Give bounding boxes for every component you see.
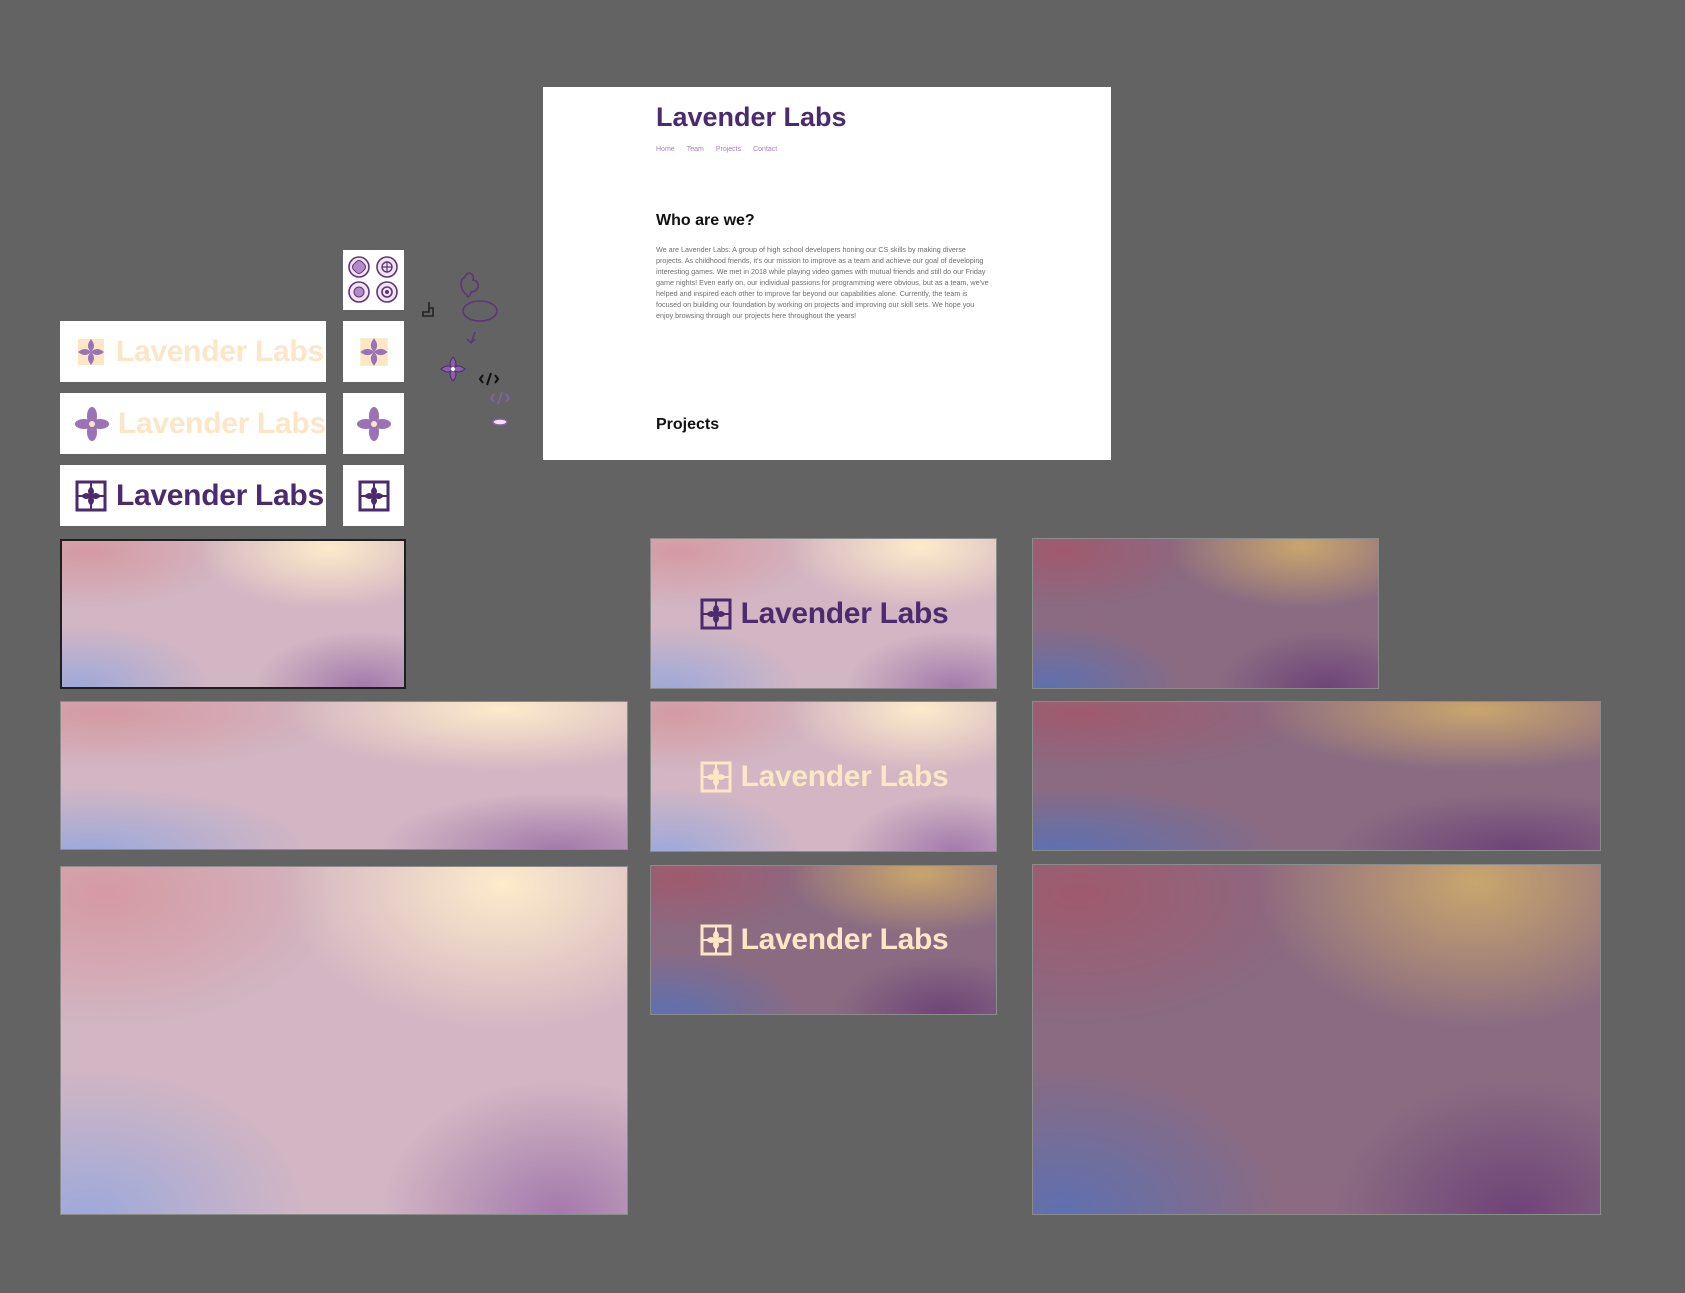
emblem-4-icon xyxy=(376,281,398,303)
flower-icon xyxy=(359,337,388,366)
sketch-doodles xyxy=(422,272,510,426)
banner-light-purple[interactable]: Lavender Labs xyxy=(650,538,997,689)
flower-icon-tile[interactable] xyxy=(343,393,404,454)
website-preview[interactable]: Lavender Labs Home Team Projects Contact… xyxy=(543,87,1111,460)
framed-flower-icon xyxy=(75,480,107,511)
gradient-swatch-dark-wide[interactable] xyxy=(1032,701,1601,851)
banner-light-cream[interactable]: Lavender Labs xyxy=(650,701,997,852)
flower-icon xyxy=(356,406,391,441)
nav-contact[interactable]: Contact xyxy=(753,146,777,153)
gradient-swatch-dark-small[interactable] xyxy=(1032,538,1379,689)
logo-wordmark: Lavender Labs xyxy=(740,759,949,793)
nav-home[interactable]: Home xyxy=(656,146,675,153)
projects-heading: Projects xyxy=(656,416,720,433)
logo-cream-flower-alt[interactable]: Lavender Labs xyxy=(60,393,326,454)
emblem-3-icon xyxy=(348,281,370,303)
gradient-swatch-light-large[interactable] xyxy=(60,866,628,1215)
banner-dark-cream[interactable]: Lavender Labs xyxy=(650,865,997,1015)
logo-wordmark: Lavender Labs xyxy=(118,406,326,440)
gradient-swatch-dark-large[interactable] xyxy=(1032,864,1601,1215)
nav-team[interactable]: Team xyxy=(687,146,704,153)
pill-sketch-icon xyxy=(492,418,508,426)
nav-projects[interactable]: Projects xyxy=(716,146,741,153)
logo-wordmark: Lavender Labs xyxy=(116,478,324,512)
framed-flower-icon xyxy=(358,480,389,511)
logo-wordmark: Lavender Labs xyxy=(740,596,949,630)
framed-flower-icon-tile[interactable] xyxy=(343,465,404,526)
logo-wordmark: Lavender Labs xyxy=(116,334,324,368)
gradient-swatch-light-wide[interactable] xyxy=(60,701,628,850)
hand-pointer-icon xyxy=(422,302,434,317)
framed-flower-icon xyxy=(700,598,732,629)
site-nav: Home Team Projects Contact xyxy=(656,146,777,153)
about-text: We are Lavender Labs: A group of high sc… xyxy=(656,245,989,320)
oval-sketch-icon xyxy=(462,300,498,322)
emblem-2-icon xyxy=(376,256,398,278)
flower-icon xyxy=(78,338,104,365)
code-icon xyxy=(490,391,510,405)
flower-icon-tile-cream[interactable] xyxy=(343,321,404,382)
logo-wordmark: Lavender Labs xyxy=(740,923,949,956)
about-heading: Who are we? xyxy=(656,212,755,229)
flower-sketch-icon xyxy=(460,272,479,298)
emblem-1-icon xyxy=(348,256,370,278)
logo-cream-flower[interactable]: Lavender Labs xyxy=(60,321,326,382)
gradient-swatch-light-small[interactable] xyxy=(60,539,406,689)
site-title: Lavender Labs xyxy=(656,102,847,132)
framed-flower-icon xyxy=(700,924,732,956)
flower-icon xyxy=(75,406,109,441)
logo-purple-framed[interactable]: Lavender Labs xyxy=(60,465,326,526)
flower-icon xyxy=(440,356,466,382)
code-icon xyxy=(478,372,500,386)
emblem-grid-tile[interactable] xyxy=(343,250,404,310)
arrow-sketch-icon xyxy=(466,331,476,345)
framed-flower-icon xyxy=(700,761,732,792)
